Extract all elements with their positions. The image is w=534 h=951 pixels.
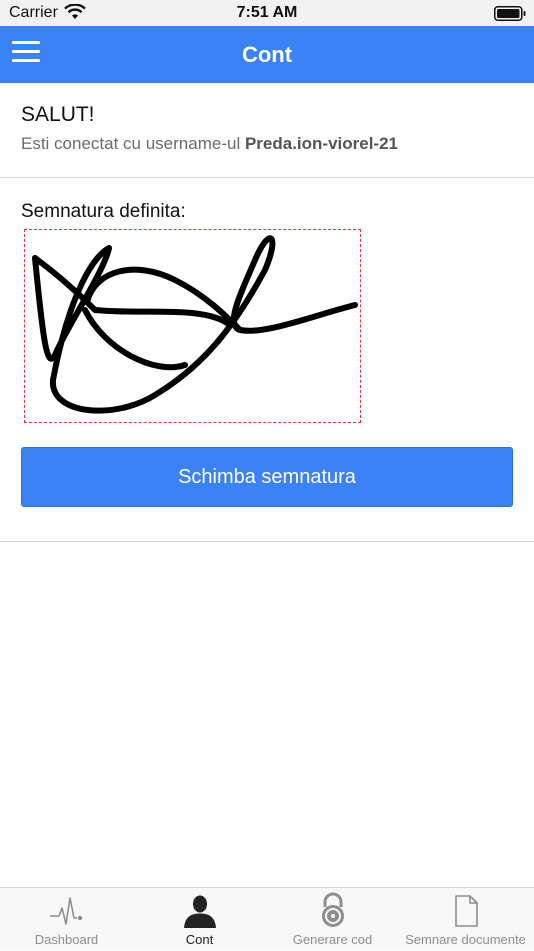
tab-account[interactable]: Cont <box>133 888 266 951</box>
tab-label: Generare cod <box>292 932 373 947</box>
tab-label: Dashboard <box>34 932 99 947</box>
greeting-text: SALUT! <box>21 103 95 126</box>
document-icon <box>455 895 478 927</box>
signature-preview <box>24 229 361 423</box>
tab-label: Cont <box>185 932 214 947</box>
tab-generate-code[interactable]: Generare cod <box>266 888 399 951</box>
tab-dashboard[interactable]: Dashboard <box>0 888 133 951</box>
connected-as-line: Esti conectat cu username-ul Preda.ion-v… <box>21 134 398 154</box>
status-time: 7:51 AM <box>236 4 298 21</box>
content-divider <box>0 541 534 542</box>
tab-bar: Dashboard Cont Generare cod Semnare docu… <box>0 887 534 950</box>
connected-prefix: Esti conectat cu username-ul <box>21 134 241 153</box>
nav-bar: Cont <box>0 26 534 83</box>
username: Preda.ion-viorel-21 <box>244 134 399 153</box>
user-icon <box>184 895 216 928</box>
pulse-icon <box>50 897 83 925</box>
signature-label: Semnatura definita: <box>21 201 186 222</box>
change-signature-button[interactable]: Schimba semnatura <box>21 447 513 507</box>
battery-icon <box>494 6 526 21</box>
padlock-icon <box>322 892 344 927</box>
tab-sign-documents[interactable]: Semnare documente <box>399 888 532 951</box>
tab-label: Semnare documente <box>405 932 526 947</box>
page-title: Cont <box>241 42 293 67</box>
status-bar: Carrier 7:51 AM <box>0 0 534 26</box>
signature-drawing <box>32 235 358 414</box>
section-divider <box>0 177 534 178</box>
